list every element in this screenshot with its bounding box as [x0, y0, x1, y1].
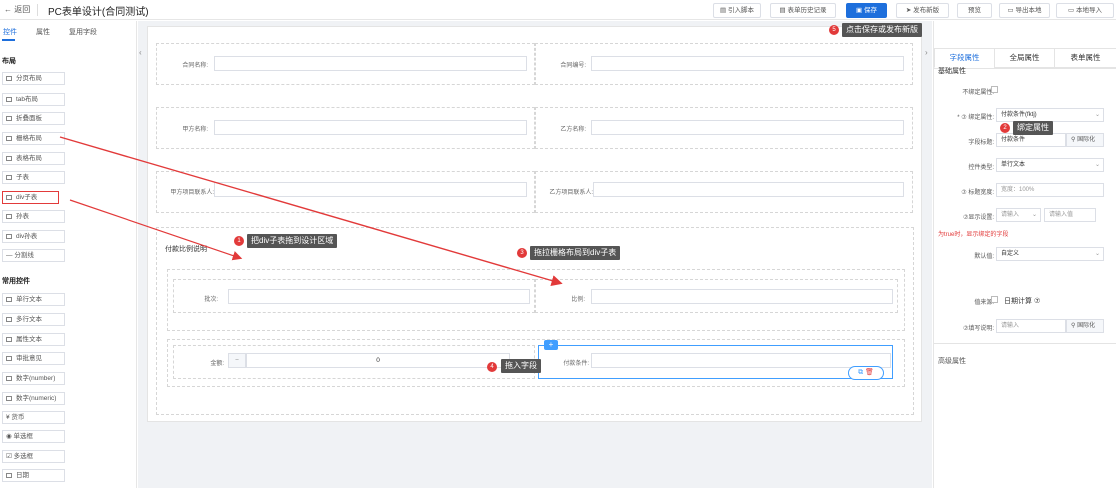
annotation-number: 1 — [234, 236, 244, 246]
annotation-number: 4 — [487, 362, 497, 372]
arrow-1 — [69, 199, 243, 261]
annotation-callout: 点击保存或发布新版 — [842, 23, 922, 37]
annotation-callout: 绑定属性 — [1013, 121, 1053, 135]
annotation-number: 5 — [829, 25, 839, 35]
annotation-callout: 把div子表拖到设计区域 — [247, 234, 338, 248]
annotation-callout: 拖入字段 — [501, 359, 541, 373]
annotation-number: 3 — [517, 248, 527, 258]
arrow-2 — [59, 136, 563, 287]
annotation-callout: 拖拉栅格布局到div子表 — [530, 246, 621, 260]
annotation-arrows — [59, 136, 563, 287]
annotation-number: 2 — [1000, 123, 1010, 133]
